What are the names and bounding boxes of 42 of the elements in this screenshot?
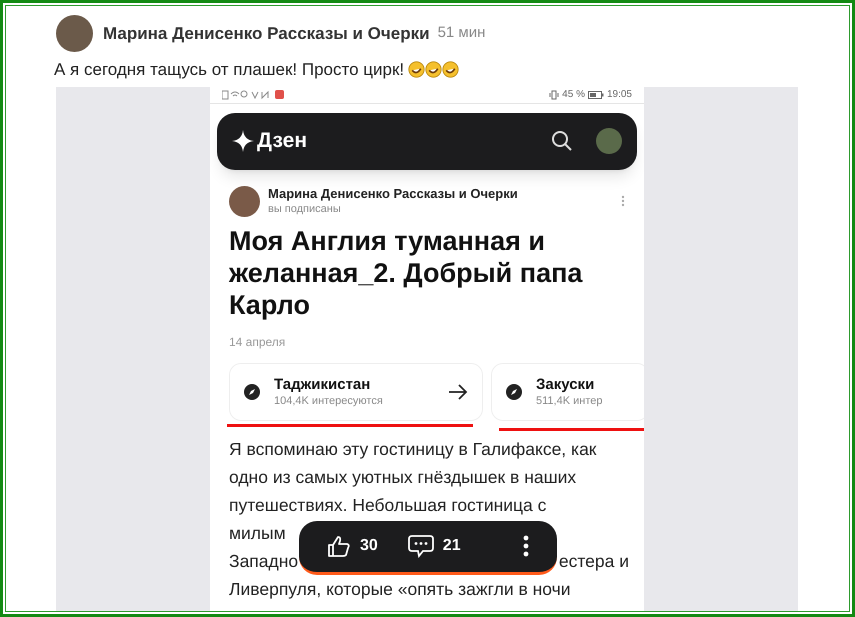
article-title: Моя Англия туманная и желанная_2. Добрый папа Карло [229, 224, 584, 320]
article-text: Западно [229, 550, 298, 574]
topic-followers: 104,4K интересуются [274, 394, 384, 408]
topic-chip[interactable]: Закуски 511,4K интер [491, 362, 644, 420]
notification-icon [275, 90, 284, 99]
article-text: естера и [558, 550, 629, 574]
article-date: 14 апреля [229, 334, 286, 350]
search-icon[interactable] [551, 130, 573, 152]
battery-percent: 45 % [562, 88, 585, 102]
author-name[interactable]: Марина Денисенко Рассказы и Очерки [103, 20, 430, 46]
article-text: Я вспоминаю эту гостиницу в Галифаксе, как [229, 438, 596, 462]
laughing-emoji-icon [408, 61, 426, 78]
article-text: Ливерпуля, которые «опять зажгли в ночи [229, 578, 571, 602]
arrow-right-icon[interactable] [448, 384, 468, 400]
thumbs-up-icon[interactable] [327, 535, 351, 557]
avatar[interactable] [56, 15, 93, 52]
app-title[interactable]: Дзен [257, 125, 308, 157]
topic-chip[interactable]: Таджикистан 104,4K интересуются [229, 362, 483, 420]
author-avatar[interactable] [229, 186, 260, 216]
likes-count: 30 [360, 536, 378, 556]
article-text: одно из самых уютных гнёздышек в наших [229, 466, 576, 490]
vibrate-icon [549, 90, 560, 100]
subscription-status: вы подписаны [268, 202, 342, 216]
battery-icon [588, 90, 604, 98]
laughing-emoji-icon [442, 61, 460, 78]
article-text: путешествиях. Небольшая гостиница с [229, 494, 546, 518]
comment-icon[interactable] [408, 534, 434, 558]
post-text: А я сегодня тащусь от плашек! Просто цирк! [54, 59, 404, 81]
clock: 19:05 [606, 88, 632, 102]
more-icon[interactable] [523, 535, 529, 557]
article-author[interactable]: Марина Денисенко Рассказы и Очерки [268, 186, 613, 202]
topic-followers: 511,4K интер [536, 394, 604, 408]
profile-avatar[interactable] [596, 128, 622, 154]
sparkle-logo-icon [232, 130, 254, 152]
topic-title: Таджикистан [274, 375, 372, 394]
post-time: 51 мин [438, 23, 486, 44]
compass-icon [244, 384, 260, 400]
compass-icon [506, 384, 522, 400]
article-text: милым [229, 522, 286, 546]
topic-title: Закуски [536, 375, 596, 394]
laughing-emoji-icon [425, 61, 442, 78]
comments-count: 21 [442, 536, 461, 556]
